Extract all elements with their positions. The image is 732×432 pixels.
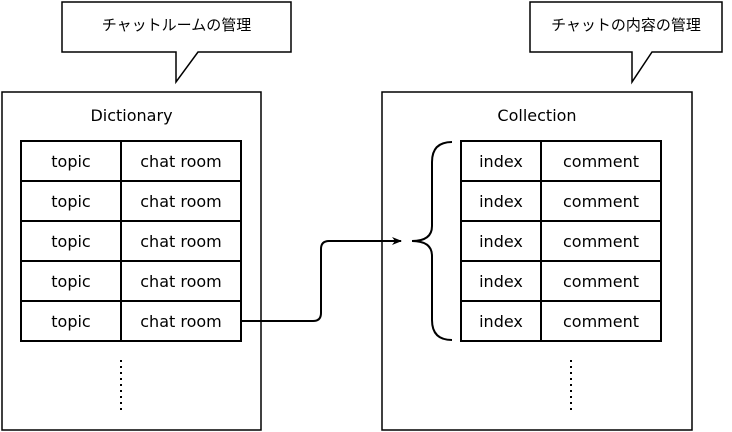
right-callout-bubble (529, 1, 723, 85)
collection-row-3-value: comment (562, 231, 639, 251)
dictionary-row-5-key: topic (51, 311, 91, 331)
dictionary-row-3-key: topic (51, 231, 91, 251)
dictionary-row-2-value: chat room (140, 191, 222, 211)
collection-title: Collection (497, 106, 577, 125)
right-callout-label: チャットの内容の管理 (551, 16, 701, 34)
collection-row-2-value: comment (562, 191, 639, 211)
collection-row-4-value: comment (562, 271, 639, 291)
collection-row-3-key: index (479, 231, 523, 251)
dictionary-row-4-key: topic (51, 271, 91, 291)
left-callout-bubble (61, 1, 292, 85)
dictionary-row-2-key: topic (51, 191, 91, 211)
collection-row-1-key: index (479, 151, 523, 171)
collection-row-2-key: index (479, 191, 523, 211)
collection-row-4-key: index (479, 271, 523, 291)
left-callout-label: チャットルームの管理 (101, 16, 252, 34)
dictionary-row-1-value: chat room (140, 151, 222, 171)
dictionary-row-3-value: chat room (140, 231, 222, 251)
collection-row-1-value: comment (562, 151, 639, 171)
dictionary-row-1-key: topic (51, 151, 91, 171)
collection-row-5-key: index (479, 311, 523, 331)
dictionary-row-5-value: chat room (140, 311, 222, 331)
dictionary-title: Dictionary (90, 106, 173, 125)
dictionary-row-4-value: chat room (140, 271, 222, 291)
collection-row-5-value: comment (562, 311, 639, 331)
connector-arrow (241, 237, 402, 322)
